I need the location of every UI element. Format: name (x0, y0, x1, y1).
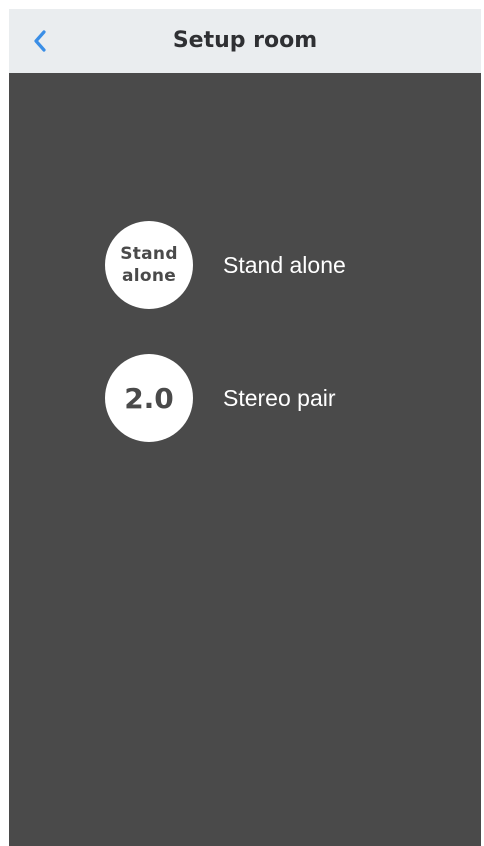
app-frame: Setup room Stand alone Stand alone 2.0 S… (9, 9, 481, 846)
stereo-pair-badge: 2.0 (105, 354, 193, 442)
option-stand-alone[interactable]: Stand alone Stand alone (105, 221, 405, 311)
option-label: Stand alone (223, 252, 346, 278)
option-label: Stereo pair (223, 385, 336, 411)
page-title: Setup room (172, 28, 318, 53)
stand-alone-badge: Stand alone (105, 221, 193, 309)
option-stereo-pair[interactable]: 2.0 Stereo pair (105, 354, 405, 444)
top-bar: Setup room (9, 9, 481, 73)
room-options-panel: Stand alone Stand alone 2.0 Stereo pair (9, 73, 481, 846)
